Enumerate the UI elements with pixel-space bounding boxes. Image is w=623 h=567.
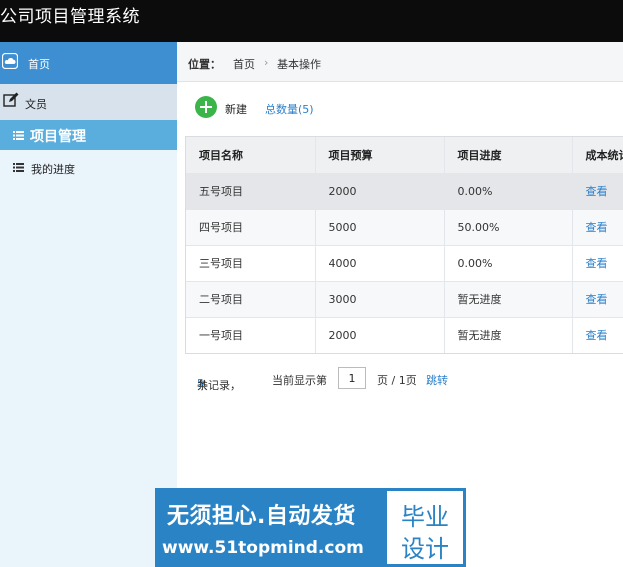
total-pages-label: 页 / 1页: [377, 374, 417, 387]
add-circle-icon: [195, 96, 217, 118]
list-icon: [13, 131, 24, 140]
column-header: 项目进度: [444, 137, 573, 174]
watermark-badge-line1: 毕业: [401, 503, 449, 531]
budget-cell: 5000: [315, 209, 445, 246]
watermark-badge: 毕业 设计: [384, 488, 466, 567]
sidebar-item-my-progress[interactable]: 我的进度: [0, 152, 177, 182]
budget-cell: 2000: [315, 173, 445, 210]
app-title: 公司项目管理系统: [0, 7, 140, 27]
budget-cell: 4000: [315, 245, 445, 282]
page-number-input[interactable]: [338, 367, 366, 389]
project-name-cell: 二号项目: [186, 281, 316, 318]
project-name-cell: 一号项目: [186, 317, 316, 353]
breadcrumb: 位置： 首页 › 基本操作: [177, 42, 623, 82]
breadcrumb-home-link[interactable]: 首页: [233, 56, 255, 72]
progress-cell: 0.00%: [444, 245, 573, 282]
breadcrumb-separator: ›: [264, 56, 269, 69]
edit-icon: [3, 92, 19, 107]
watermark-line1: 无须担心.自动发货: [167, 504, 356, 529]
view-cost-link[interactable]: 查看: [572, 245, 623, 282]
progress-cell: 暂无进度: [444, 281, 573, 318]
project-name-cell: 四号项目: [186, 209, 316, 246]
sidebar-item-home[interactable]: 首页: [0, 42, 177, 84]
table-row[interactable]: 二号项目 3000 暂无进度 查看: [186, 281, 623, 318]
sidebar-item-project-management[interactable]: 项目管理: [0, 120, 177, 150]
watermark-text: 无须担心.自动发货 www.51topmind.com: [155, 488, 384, 567]
sidebar: 首页 文员 项目管理 我的进度: [0, 42, 177, 567]
table-header-row: 项目名称 项目预算 项目进度 成本统计: [186, 137, 623, 174]
list-icon: [13, 163, 24, 172]
progress-cell: 暂无进度: [444, 317, 573, 353]
column-header: 项目预算: [315, 137, 445, 174]
total-count: 总数量(5): [265, 103, 314, 116]
cloud-icon: [2, 53, 18, 69]
toolbar: 新建 总数量(5): [177, 94, 623, 120]
project-name-cell: 五号项目: [186, 173, 316, 210]
view-cost-link[interactable]: 查看: [572, 173, 623, 210]
top-bar: 公司项目管理系统: [0, 0, 623, 42]
progress-cell: 50.00%: [444, 209, 573, 246]
view-cost-link[interactable]: 查看: [572, 281, 623, 318]
sidebar-home-label: 首页: [28, 58, 50, 71]
column-header: 成本统计: [572, 137, 623, 174]
new-button[interactable]: 新建: [195, 94, 255, 120]
view-cost-link[interactable]: 查看: [572, 209, 623, 246]
view-cost-link[interactable]: 查看: [572, 317, 623, 353]
project-name-cell: 三号项目: [186, 245, 316, 282]
new-button-label: 新建: [225, 103, 247, 116]
watermark-banner: 无须担心.自动发货 www.51topmind.com 毕业 设计: [155, 488, 466, 567]
table-row[interactable]: 五号项目 2000 0.00% 查看: [186, 173, 623, 210]
breadcrumb-current: 基本操作: [277, 58, 321, 71]
project-table: 项目名称 项目预算 项目进度 成本统计 五号项目 2000 0.00% 查看 四…: [185, 136, 623, 354]
budget-cell: 2000: [315, 317, 445, 353]
sidebar-section-label: 文员: [25, 98, 47, 111]
watermark-line2: www.51topmind.com: [162, 538, 364, 558]
progress-cell: 0.00%: [444, 173, 573, 210]
sidebar-section-clerk[interactable]: 文员: [0, 84, 177, 120]
budget-cell: 3000: [315, 281, 445, 318]
record-count-suffix: 条记录，: [197, 379, 241, 392]
sidebar-item-label: 项目管理: [30, 129, 86, 145]
jump-link[interactable]: 跳转: [426, 372, 448, 388]
sidebar-item-label: 我的进度: [31, 163, 75, 176]
table-row[interactable]: 一号项目 2000 暂无进度 查看: [186, 317, 623, 353]
current-page-label: 当前显示第: [272, 374, 327, 387]
watermark-badge-line2: 设计: [401, 535, 449, 563]
breadcrumb-label: 位置：: [188, 58, 221, 71]
table-row[interactable]: 四号项目 5000 50.00% 查看: [186, 209, 623, 246]
table-row[interactable]: 三号项目 4000 0.00% 查看: [186, 245, 623, 282]
column-header: 项目名称: [186, 137, 316, 174]
